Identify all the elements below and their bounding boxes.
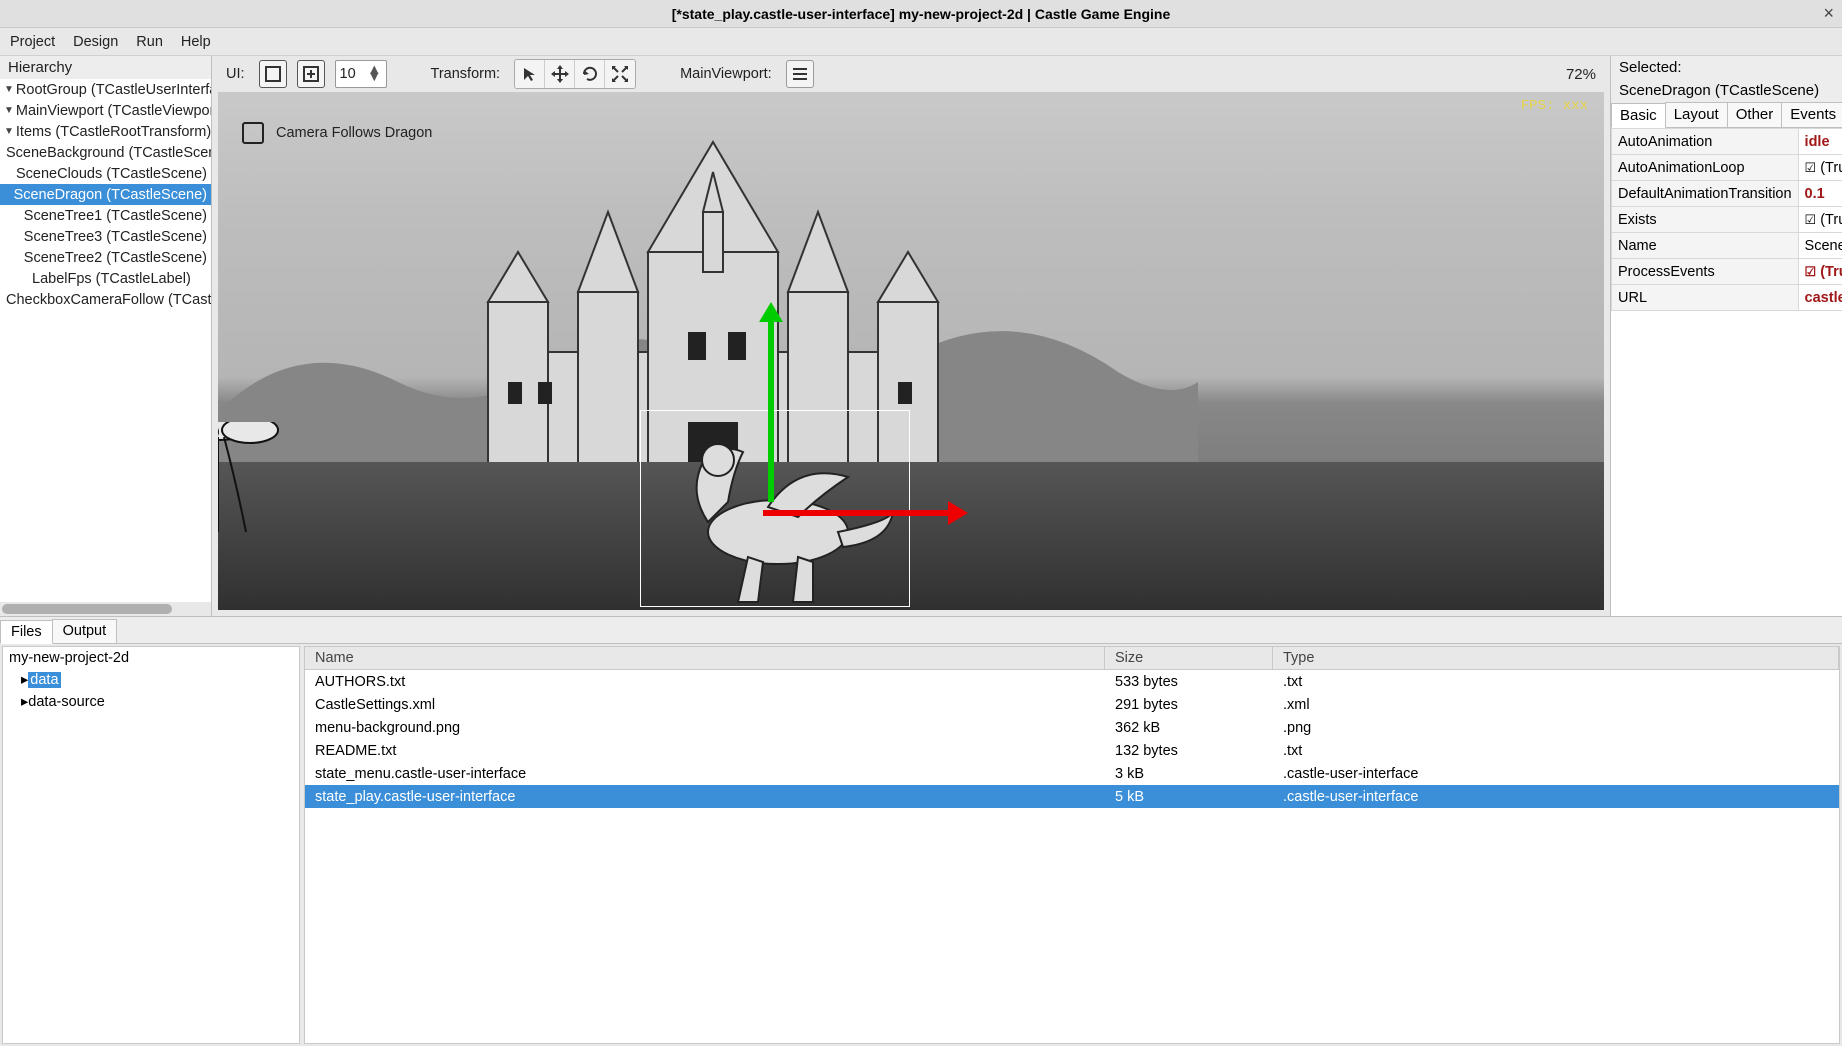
gizmo-y-axis[interactable]	[756, 302, 786, 512]
file-row[interactable]: menu-background.png362 kB.png	[305, 716, 1839, 739]
transform-label: Transform:	[431, 66, 501, 82]
center-panel: UI: 10 ▲▼ Transform:	[212, 56, 1610, 616]
checkbox-icon	[242, 122, 264, 144]
hierarchy-item[interactable]: LabelFps (TCastleLabel)	[0, 268, 211, 289]
hierarchy-item[interactable]: SceneBackground (TCastleScene)	[0, 142, 211, 163]
file-row[interactable]: state_menu.castle-user-interface3 kB.cas…	[305, 762, 1839, 785]
hierarchy-scrollbar[interactable]	[0, 602, 211, 616]
viewport-menu-button[interactable]	[786, 60, 814, 88]
menu-project[interactable]: Project	[10, 34, 55, 50]
bottom-tabs: FilesOutput	[0, 617, 1842, 644]
ui-tool-rect[interactable]	[259, 60, 287, 88]
gizmo-x-axis[interactable]	[758, 498, 968, 528]
bottom-tab-files[interactable]: Files	[0, 620, 53, 644]
property-row[interactable]: AutoAnimationidle	[1612, 129, 1842, 155]
bottom-tab-output[interactable]: Output	[52, 619, 118, 643]
zoom-level: 72%	[1566, 66, 1596, 83]
inspector-tab-other[interactable]: Other	[1727, 102, 1783, 127]
camera-follow-checkbox[interactable]: Camera Follows Dragon	[242, 122, 432, 144]
dir-item[interactable]: ▸ data-source	[3, 691, 299, 713]
hierarchy-item[interactable]: SceneTree2 (TCastleScene)	[0, 247, 211, 268]
col-name[interactable]: Name	[305, 647, 1105, 669]
hierarchy-item[interactable]: SceneTree1 (TCastleScene)	[0, 205, 211, 226]
window-title: [*state_play.castle-user-interface] my-n…	[672, 6, 1170, 22]
dir-root[interactable]: my-new-project-2d	[3, 647, 299, 669]
tool-move-icon[interactable]	[545, 60, 575, 88]
menu-run[interactable]: Run	[136, 34, 163, 50]
hierarchy-item[interactable]: SceneTree3 (TCastleScene)	[0, 226, 211, 247]
inspector-tab-events[interactable]: Events	[1781, 102, 1842, 127]
hierarchy-item[interactable]: ▼MainViewport (TCastleViewport)	[0, 100, 211, 121]
inspector-tab-basic[interactable]: Basic	[1611, 103, 1666, 128]
window-titlebar: [*state_play.castle-user-interface] my-n…	[0, 0, 1842, 28]
design-viewport[interactable]: FPS: xxx Camera Follows Dragon	[218, 92, 1604, 610]
hierarchy-tree[interactable]: ▼RootGroup (TCastleUserInterface)▼MainVi…	[0, 79, 211, 602]
file-row[interactable]: README.txt132 bytes.txt	[305, 739, 1839, 762]
file-row[interactable]: state_play.castle-user-interface5 kB.cas…	[305, 785, 1839, 808]
hierarchy-panel: Hierarchy ▼RootGroup (TCastleUserInterfa…	[0, 56, 212, 616]
file-list[interactable]: Name Size Type AUTHORS.txt533 bytes.txtC…	[304, 646, 1840, 1044]
dir-item[interactable]: ▸ data	[3, 669, 299, 691]
property-row[interactable]: NameSceneDragon	[1612, 233, 1842, 259]
inspector-panel: Selected: SceneDragon (TCastleScene) Bas…	[1610, 56, 1842, 616]
file-row[interactable]: AUTHORS.txt533 bytes.txt	[305, 670, 1839, 693]
menu-help[interactable]: Help	[181, 34, 211, 50]
viewport-label: MainViewport:	[680, 66, 772, 82]
hierarchy-item[interactable]: SceneClouds (TCastleScene)	[0, 163, 211, 184]
selected-label: Selected:	[1611, 56, 1842, 79]
design-toolbar: UI: 10 ▲▼ Transform:	[212, 56, 1610, 92]
property-row[interactable]: AutoAnimationLoop☑ (True)	[1612, 155, 1842, 181]
bottom-panel: FilesOutput my-new-project-2d▸ data▸ dat…	[0, 616, 1842, 1046]
property-row[interactable]: ProcessEvents☑ (True)	[1612, 259, 1842, 285]
property-grid[interactable]: AutoAnimationidleAutoAnimationLoop☑ (Tru…	[1611, 128, 1842, 616]
hierarchy-item[interactable]: CheckboxCameraFollow (TCastleCheckbox)	[0, 289, 211, 310]
hierarchy-item[interactable]: SceneDragon (TCastleScene)	[0, 184, 211, 205]
selected-value: SceneDragon (TCastleScene)	[1611, 79, 1842, 102]
ui-tool-add[interactable]	[297, 60, 325, 88]
transform-tools	[514, 59, 636, 89]
inspector-tabs: BasicLayoutOtherEventsAll	[1611, 102, 1842, 128]
property-row[interactable]: URLcastle-data:/dragon.json	[1612, 285, 1842, 311]
col-type[interactable]: Type	[1273, 647, 1839, 669]
hierarchy-item[interactable]: ▼RootGroup (TCastleUserInterface)	[0, 79, 211, 100]
menu-design[interactable]: Design	[73, 34, 118, 50]
directory-tree[interactable]: my-new-project-2d▸ data▸ data-source	[2, 646, 300, 1044]
col-size[interactable]: Size	[1105, 647, 1273, 669]
file-row[interactable]: CastleSettings.xml291 bytes.xml	[305, 693, 1839, 716]
inspector-tab-layout[interactable]: Layout	[1665, 102, 1728, 127]
tool-rotate-icon[interactable]	[575, 60, 605, 88]
tool-select-icon[interactable]	[515, 60, 545, 88]
fps-label: FPS: xxx	[1521, 98, 1588, 114]
hierarchy-item[interactable]: ▼Items (TCastleRootTransform)	[0, 121, 211, 142]
snap-spinner[interactable]: 10 ▲▼	[335, 60, 387, 88]
ui-label: UI:	[226, 66, 245, 82]
window-close-button[interactable]: ×	[1823, 3, 1834, 24]
tool-scale-icon[interactable]	[605, 60, 635, 88]
property-row[interactable]: Exists☑ (True)	[1612, 207, 1842, 233]
hierarchy-title: Hierarchy	[0, 56, 211, 79]
file-list-header: Name Size Type	[305, 647, 1839, 670]
menu-bar: Project Design Run Help	[0, 28, 1842, 56]
property-row[interactable]: DefaultAnimationTransition0.1	[1612, 181, 1842, 207]
